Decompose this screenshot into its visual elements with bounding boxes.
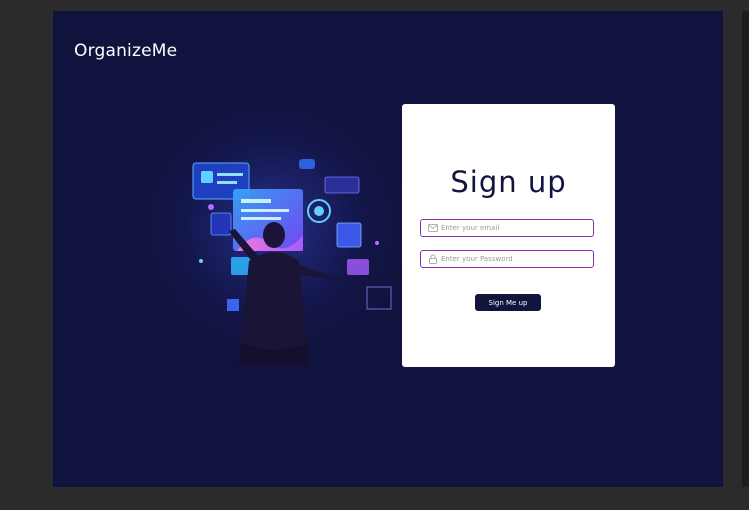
brand-logo: OrganizeMe: [74, 41, 178, 61]
app-frame: OrganizeMe Sign up Enter your email Sign…: [53, 11, 723, 487]
signup-card: Sign up Sign Me up: [402, 104, 615, 367]
signup-title: Sign up: [450, 165, 567, 199]
hero-illustration: [141, 111, 401, 366]
lock-icon: [427, 254, 438, 265]
email-field[interactable]: [420, 219, 594, 237]
password-field[interactable]: [420, 250, 594, 268]
sign-me-up-button[interactable]: Sign Me up: [475, 294, 541, 311]
window-edge: [742, 11, 749, 487]
password-input[interactable]: [438, 252, 591, 266]
envelope-icon: [427, 223, 438, 234]
email-input[interactable]: [438, 221, 591, 235]
